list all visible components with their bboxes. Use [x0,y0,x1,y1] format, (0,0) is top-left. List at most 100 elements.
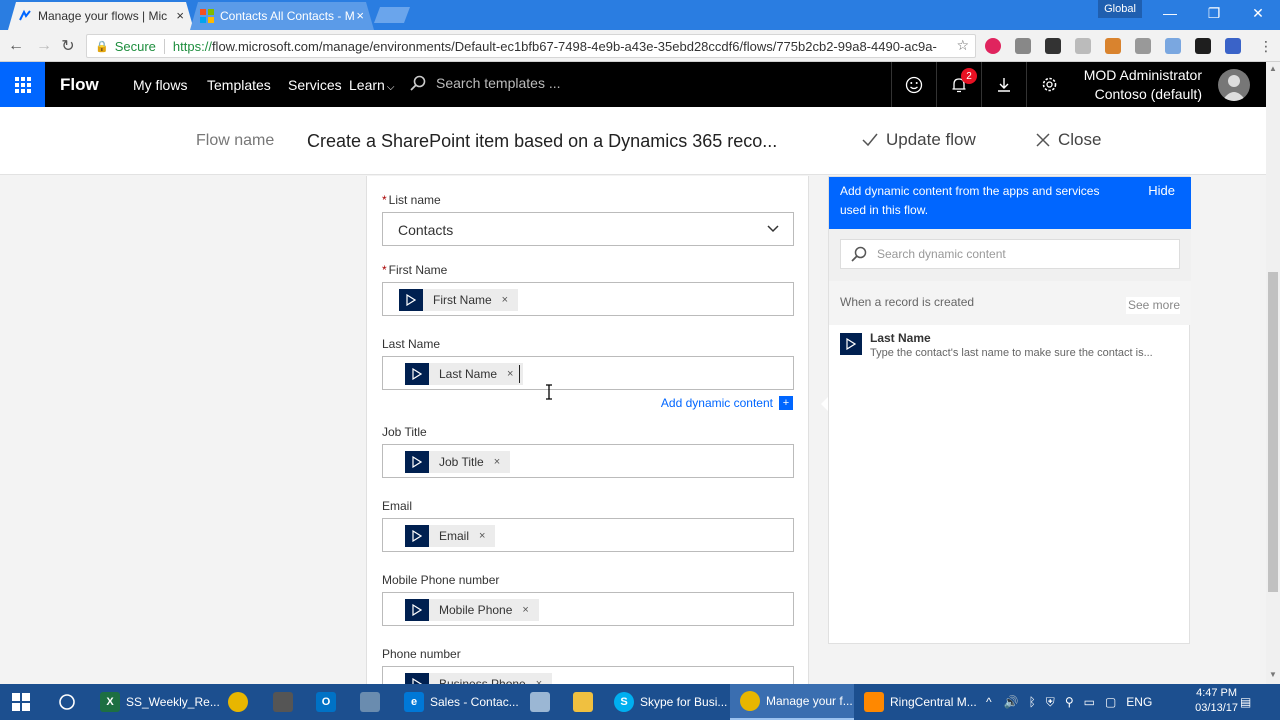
phone-number-input[interactable]: Business Phone × [382,666,794,686]
nav-services[interactable]: Services [288,77,342,93]
download-extension-icon[interactable] [1105,38,1121,54]
nav-learn[interactable]: Learn ⌵ [349,77,394,93]
camera-extension-icon[interactable] [1015,38,1031,54]
app-icon [360,692,380,712]
nav-templates[interactable]: Templates [207,77,271,93]
taskbar-ringcentral[interactable]: RingCentral M... [864,684,977,720]
search-placeholder: Search dynamic content [877,247,1006,261]
layers-extension-icon[interactable] [1045,38,1061,54]
notifications-bell-icon[interactable]: 2 [936,62,981,107]
windows-start-icon[interactable] [12,684,34,720]
add-dynamic-content-link[interactable]: Add dynamic content + [661,396,793,410]
text-caret [519,365,520,383]
user-info[interactable]: MOD Administrator Contoso (default) [1084,66,1202,104]
last-name-input[interactable]: Last Name × [382,356,794,390]
taskbar-chrome[interactable] [228,684,254,720]
extension-icon[interactable] [1165,38,1181,54]
dynamic-token-first-name[interactable]: First Name × [399,289,519,311]
reload-icon[interactable]: ↻ [58,36,78,56]
shield-icon[interactable]: ⛨ [1046,695,1055,710]
scrollbar-thumb[interactable] [1268,272,1278,592]
remove-token-icon[interactable]: × [494,456,500,468]
dynamic-token-last-name[interactable]: Last Name × [405,363,524,385]
taskbar-calculator[interactable] [273,684,299,720]
back-arrow-icon[interactable]: ← [6,36,26,56]
powerapps-extension-icon[interactable] [1225,38,1241,54]
checkmark-extension-icon[interactable] [1195,38,1211,54]
bluetooth-icon[interactable]: ᛒ [1029,695,1036,709]
restore-icon[interactable]: ❐ [1192,0,1236,26]
chrome-menu-icon[interactable]: ⋮ [1256,36,1276,56]
scroll-up-arrow-icon[interactable]: ▲ [1269,64,1277,73]
battery-icon[interactable]: ▭ [1084,695,1095,709]
flow-name-value[interactable]: Create a SharePoint item based on a Dyna… [307,131,777,152]
page-scrollbar[interactable]: ▲ ▼ [1266,62,1280,684]
settings-gear-icon[interactable] [1026,62,1071,107]
notification-count-badge: 2 [961,68,977,84]
close-button[interactable]: Close [1036,130,1101,150]
close-tab-icon[interactable]: × [176,8,184,23]
taskbar-skype[interactable]: S Skype for Busi... [614,684,727,720]
tab-manage-flows[interactable]: Manage your flows | Mic × [8,2,194,30]
pinterest-extension-icon[interactable] [985,38,1001,54]
update-flow-button[interactable]: Update flow [862,130,976,150]
first-name-input[interactable]: First Name × [382,282,794,316]
skype-extension-icon[interactable] [1075,38,1091,54]
list-name-label: * List name [382,193,441,207]
mobile-phone-input[interactable]: Mobile Phone × [382,592,794,626]
secure-label: Secure [115,38,165,54]
scroll-down-arrow-icon[interactable]: ▼ [1269,670,1277,679]
section-title: When a record is created [840,295,975,309]
network-icon[interactable]: ⚲ [1065,695,1074,709]
windows-taskbar: X SS_Weekly_Re... O e Sales - Contac... SS… [0,684,1280,720]
smiley-feedback-icon[interactable] [891,62,936,107]
taskbar-file-explorer[interactable] [573,684,599,720]
hide-panel-button[interactable]: Hide [1148,183,1175,198]
action-center-icon[interactable]: ▤ [1240,684,1251,720]
dynamic-token-mobile-phone[interactable]: Mobile Phone × [405,599,539,621]
nav-my-flows[interactable]: My flows [133,77,187,93]
remove-token-icon[interactable]: × [507,368,513,380]
template-search[interactable]: Search templates ... [410,75,561,91]
taskbar-excel[interactable]: X SS_Weekly_Re... [100,684,220,720]
dynamic-token-job-title[interactable]: Job Title × [405,451,511,473]
dynamic-token-email[interactable]: Email × [405,525,496,547]
list-name-dropdown[interactable]: Contacts [382,212,794,246]
remove-token-icon[interactable]: × [522,604,528,616]
dynamic-content-search-input[interactable]: Search dynamic content [840,239,1180,269]
profile-badge[interactable]: Global [1098,0,1142,18]
taskbar-app[interactable] [360,684,386,720]
bookmark-star-icon[interactable]: ☆ [956,37,969,54]
url-input[interactable]: 🔒 Secure https://flow.microsoft.com/mana… [86,34,976,58]
close-tab-icon[interactable]: × [356,8,364,23]
clock[interactable]: 4:47 PM 03/13/17 [1195,686,1238,716]
see-more-link[interactable]: See more [1125,297,1180,314]
avatar[interactable] [1218,69,1250,101]
brand-logo[interactable]: Flow [60,75,99,95]
checkmark-icon [862,133,878,147]
app-launcher-icon[interactable] [0,62,45,107]
taskbar-outlook[interactable]: O [316,684,342,720]
taskbar-edge[interactable]: e Sales - Contac... [404,684,519,720]
user-org: Contoso (default) [1094,86,1202,102]
email-input[interactable]: Email × [382,518,794,552]
cortana-search-icon[interactable] [58,684,80,720]
job-title-input[interactable]: Job Title × [382,444,794,478]
dynamic-item-last-name[interactable]: Last Name Type the contact's last name t… [829,327,1191,367]
language-indicator[interactable]: ENG [1126,695,1152,709]
tray-chevron-up-icon[interactable]: ^ [986,695,992,709]
extension-icon[interactable] [1135,38,1151,54]
remove-token-icon[interactable]: × [502,294,508,306]
minimize-icon[interactable]: — [1148,0,1192,26]
new-tab-button[interactable] [374,7,410,23]
tab-contacts[interactable]: Contacts All Contacts - M × [190,2,374,30]
taskbar-chrome-active[interactable]: Manage your f... [730,684,854,720]
close-window-icon[interactable]: ✕ [1236,0,1280,26]
download-icon[interactable] [981,62,1026,107]
forward-arrow-icon[interactable]: → [34,36,54,56]
remove-token-icon[interactable]: × [479,530,485,542]
taskbar-app[interactable] [530,684,556,720]
volume-icon[interactable]: 🔊 [1004,695,1019,709]
message-icon[interactable]: ▢ [1105,695,1116,709]
search-icon [410,75,426,91]
